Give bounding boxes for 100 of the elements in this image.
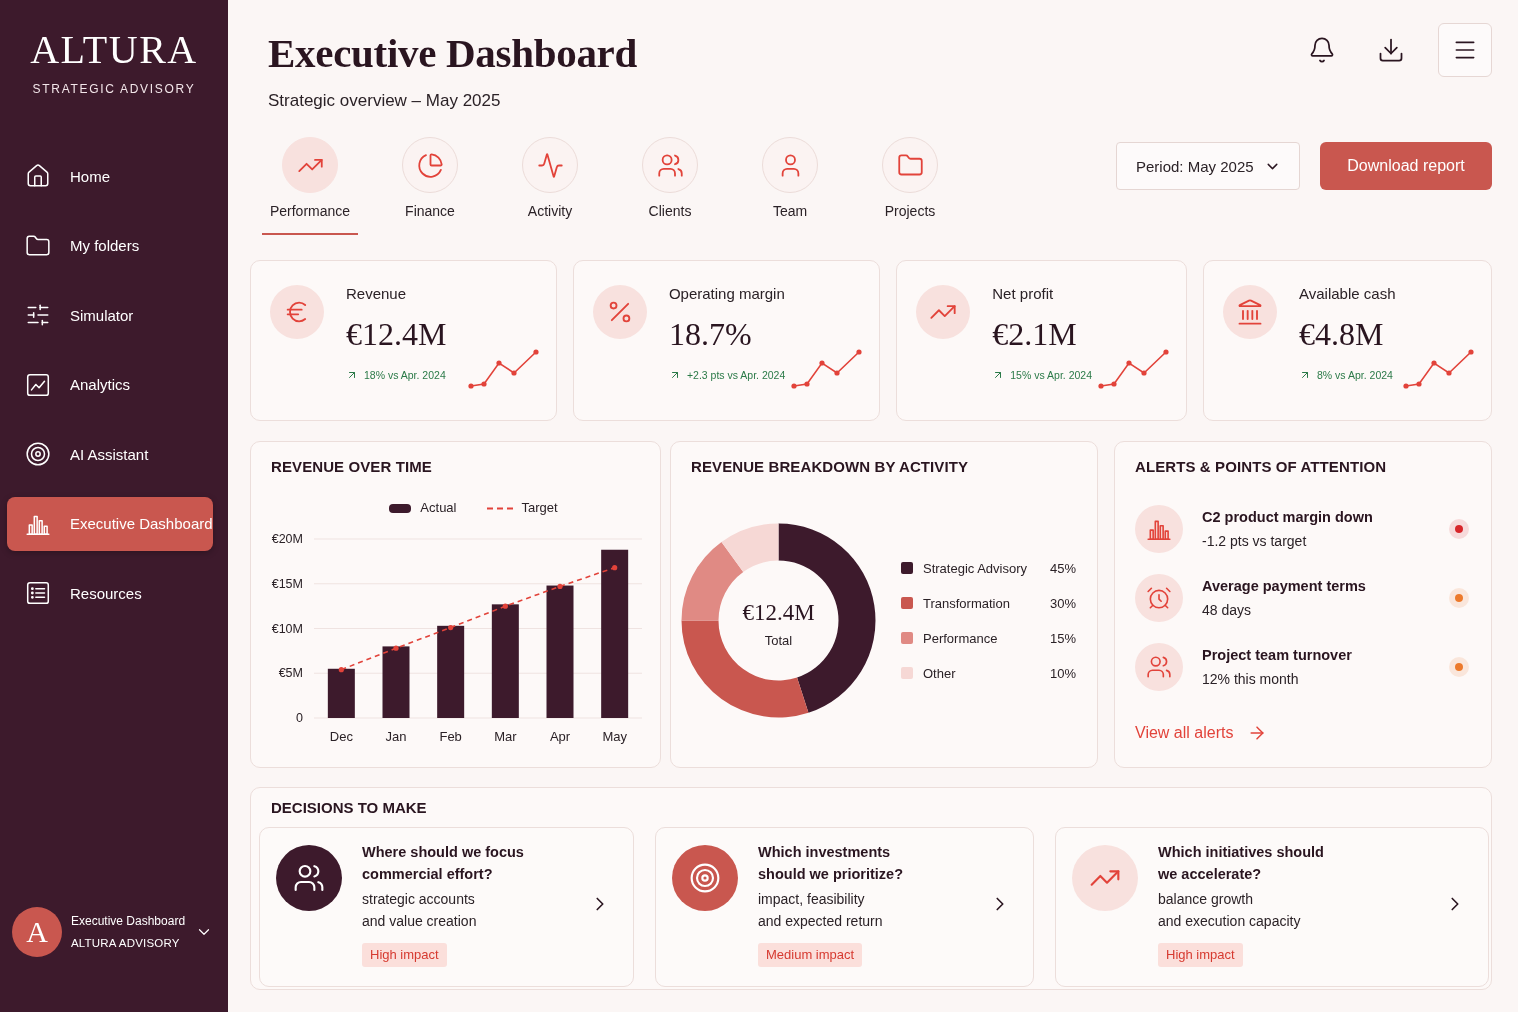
impact-tag: Medium impact (758, 943, 863, 967)
legend-value: 15% (1049, 630, 1076, 646)
pie-chart-icon (402, 137, 458, 193)
download-report-button[interactable]: Download report (1320, 142, 1492, 190)
nav-item[interactable]: Executive Dashboard (7, 496, 213, 551)
trend-up-icon (282, 137, 338, 193)
kpi-value: €2.1M (992, 315, 1078, 353)
person-icon (762, 137, 818, 193)
axis-label: Dec (329, 729, 353, 744)
kpi-change: 18% vs Apr. 2024 (364, 368, 446, 383)
alert-title: Project team turnover (1202, 646, 1353, 665)
axis-label: Jan (385, 729, 407, 744)
kpi-label: Available cash (1299, 284, 1397, 304)
decision-card[interactable]: Which initiatives should we accelerate? balance growth and execution capacity High impact (1055, 827, 1489, 987)
axis-label: Mar (494, 729, 517, 744)
kpi-change: 15% vs Apr. 2024 (1010, 368, 1092, 383)
download-icon[interactable] (1377, 36, 1405, 64)
account-organization: ALTURA ADVISORY (71, 936, 181, 951)
nav-item[interactable]: Resources (7, 566, 213, 620)
alarm-clock-icon (1135, 574, 1183, 622)
target-icon (25, 441, 51, 467)
axis-label: Feb (439, 729, 462, 744)
decision-detail: impact, feasibility and expected return (758, 890, 884, 931)
legend-label: Transformation (923, 595, 1011, 611)
decision-card[interactable]: Where should we focus commercial effort? strategic accounts and value creation High impact (259, 827, 634, 987)
nav-item[interactable]: My folders (7, 218, 213, 273)
sparkline (1098, 348, 1170, 390)
account-name: Executive Dashboard (71, 913, 186, 929)
kpi-change: +2.3 pts vs Apr. 2024 (686, 368, 786, 383)
nav-item[interactable]: Analytics (7, 357, 213, 412)
panel-title: REVENUE BREAKDOWN BY ACTIVITY (691, 458, 970, 476)
nav-item[interactable]: AI Assistant (7, 427, 213, 481)
trend-up-icon (916, 285, 971, 339)
bell-icon[interactable] (1308, 36, 1336, 64)
page-title: Executive Dashboard (268, 29, 637, 78)
decision-question: Which initiatives should we accelerate? (1158, 843, 1325, 884)
alert-detail: 12% this month (1202, 670, 1300, 689)
alert-detail: 48 days (1202, 601, 1253, 620)
people-icon (1135, 643, 1183, 691)
alert-detail: -1.2 pts vs target (1202, 532, 1308, 551)
decision-detail: strategic accounts and value creation (362, 890, 478, 931)
nav-item[interactable]: Simulator (7, 288, 213, 342)
panel-title: DECISIONS TO MAKE (271, 799, 428, 817)
decision-detail: balance growth and execution capacity (1158, 890, 1302, 931)
bank-icon (1223, 285, 1277, 339)
legend-value: 30% (1049, 595, 1076, 611)
axis-label: May (602, 729, 627, 744)
alert-title: Average payment terms (1202, 577, 1367, 596)
kpi-label: Operating margin (668, 284, 786, 304)
list-icon (25, 580, 51, 606)
house-icon (25, 163, 51, 189)
bar (382, 646, 410, 718)
axis-label: €10M (271, 621, 303, 636)
brand-tagline: STRATEGIC ADVISORY (32, 82, 196, 96)
kpi-value: €12.4M (346, 315, 447, 353)
kpi-value: €4.8M (1299, 315, 1385, 353)
decision-card[interactable]: Which investments should we prioritize? impact, feasibility and expected return Medium impact (655, 827, 1034, 987)
menu-button[interactable] (1438, 23, 1492, 77)
sliders-icon (25, 302, 51, 328)
legend-label: Actual (420, 500, 457, 516)
axis-label: €15M (271, 576, 303, 591)
tab[interactable]: Team (742, 137, 838, 235)
tab[interactable]: Finance (382, 137, 478, 235)
tab[interactable]: Clients (622, 137, 718, 235)
kpi-label: Revenue (346, 284, 408, 304)
legend-label: Performance (923, 630, 999, 646)
kpi-label: Net profit (992, 284, 1055, 304)
people-icon (642, 137, 698, 193)
decision-question: Which investments should we prioritize? (758, 843, 904, 884)
legend-value: 45% (1049, 560, 1076, 576)
tab[interactable]: Projects (862, 137, 958, 235)
period-select[interactable]: Period: May 2025 (1116, 142, 1300, 190)
kpi-value: 18.7% (668, 315, 753, 353)
kpi-change: 8% vs Apr. 2024 (1317, 368, 1393, 383)
legend-value: 10% (1049, 665, 1076, 681)
arrow-up-right-icon (346, 369, 358, 381)
axis-label: 0 (296, 711, 303, 725)
decision-question: Where should we focus commercial effort? (362, 843, 525, 884)
alert-title: C2 product margin down (1202, 508, 1374, 527)
panel-title: ALERTS & POINTS OF ATTENTION (1135, 458, 1388, 476)
panel-title: REVENUE OVER TIME (271, 458, 433, 476)
view-all-alerts-link[interactable]: View all alerts (1135, 723, 1268, 743)
tab[interactable]: Activity (502, 137, 598, 235)
impact-tag: High impact (1158, 943, 1243, 967)
pulse-icon (522, 137, 578, 193)
avatar: A (12, 907, 62, 957)
arrow-up-right-icon (1299, 369, 1311, 381)
axis-label: Apr (549, 729, 571, 744)
page-subtitle: Strategic overview – May 2025 (268, 91, 502, 111)
axis-label: €20M (271, 532, 303, 546)
nav-item[interactable]: Home (7, 149, 213, 203)
legend-label: Strategic Advisory (923, 560, 1029, 576)
tab[interactable]: Performance (262, 137, 358, 235)
sparkline (1403, 348, 1475, 390)
folder-icon (882, 137, 938, 193)
donut-total-value: €12.4M (742, 599, 815, 625)
donut-total-label: Total (764, 632, 793, 648)
axis-label: €5M (278, 666, 303, 681)
euro-icon (270, 285, 324, 339)
legend-label: Other (923, 665, 957, 681)
